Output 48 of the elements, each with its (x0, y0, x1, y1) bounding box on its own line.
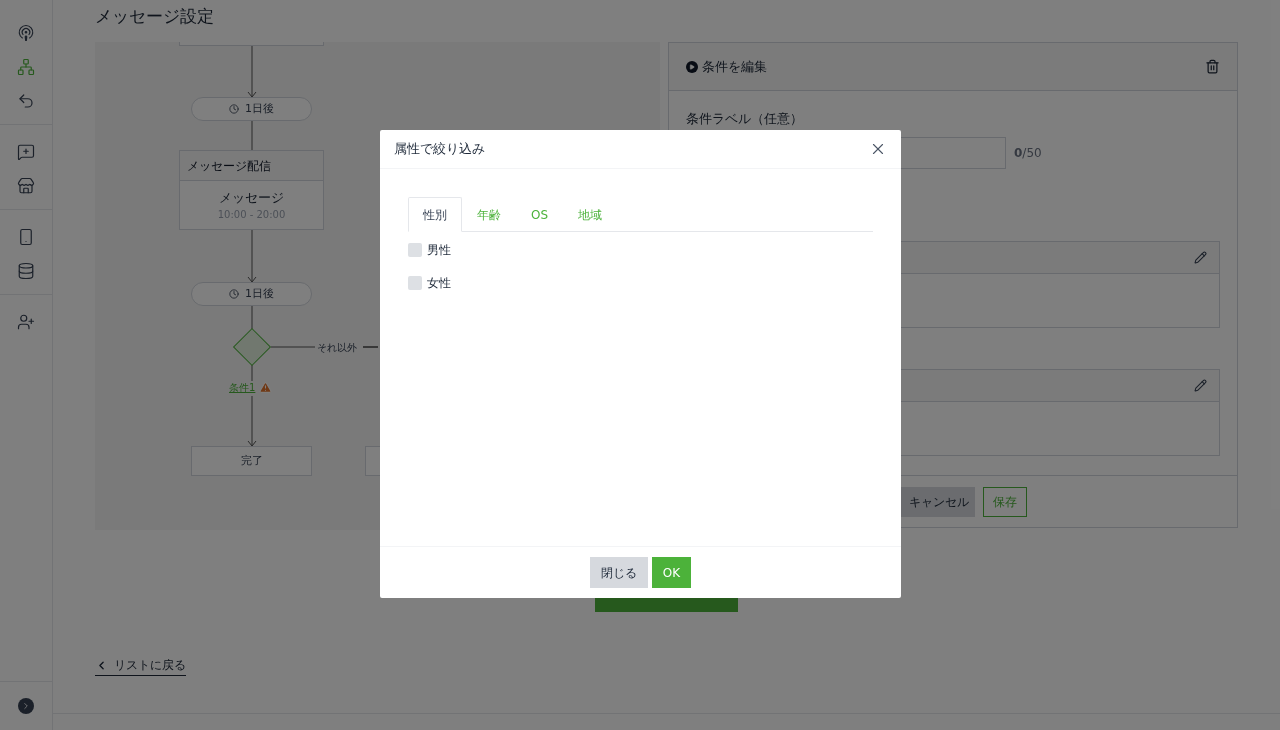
close-dialog-button[interactable]: 閉じる (589, 557, 648, 588)
ok-button[interactable]: OK (651, 557, 692, 588)
clock-icon (229, 104, 239, 114)
delete-icon[interactable] (1205, 59, 1220, 74)
connector-arrow (247, 395, 257, 447)
panel-title: 条件を編集 (702, 57, 767, 76)
broadcast-icon[interactable] (16, 23, 36, 43)
branch-label: それ以外 (317, 341, 357, 355)
expand-button[interactable] (18, 698, 34, 714)
connector-line (362, 346, 379, 348)
end-node[interactable]: 完了 (191, 446, 312, 476)
filter-tab[interactable]: 地域 (563, 197, 618, 232)
back-link[interactable]: リストに戻る (95, 656, 186, 676)
delay-pill[interactable]: 1日後 (191, 282, 312, 306)
option-label: 女性 (427, 275, 451, 292)
filter-tab[interactable]: 年齢 (462, 197, 516, 232)
char-counter: 0/50 (1014, 144, 1042, 162)
dialog-title: 属性で絞り込み (394, 140, 485, 159)
field-label: 条件ラベル（任意） (686, 110, 804, 128)
checkbox[interactable] (408, 276, 422, 290)
save-button[interactable]: 保存 (983, 486, 1027, 517)
delay-label: 1日後 (245, 285, 274, 302)
filter-tab[interactable]: OS (516, 197, 564, 232)
reply-icon[interactable] (16, 91, 36, 111)
end-label: 完了 (240, 452, 263, 469)
message-add-icon[interactable] (16, 142, 36, 162)
connector-line (251, 364, 253, 382)
connector-arrow (247, 229, 257, 283)
delay-label: 1日後 (245, 100, 274, 117)
connector-arrow (247, 45, 257, 98)
warning-icon (259, 381, 273, 394)
delay-pill[interactable]: 1日後 (191, 97, 312, 121)
node-title: メッセージ (219, 188, 284, 207)
option-label: 男性 (427, 242, 451, 259)
clock-icon (229, 289, 239, 299)
edit-icon[interactable] (1194, 250, 1207, 264)
edit-icon[interactable] (1194, 378, 1207, 392)
database-icon[interactable] (16, 261, 36, 281)
store-icon[interactable] (16, 176, 36, 196)
connector-line (270, 346, 316, 348)
connector-line (251, 120, 253, 151)
play-icon (686, 60, 698, 73)
node-header: メッセージ配信 (187, 157, 271, 175)
connector-line (251, 305, 253, 330)
checkbox[interactable] (408, 243, 422, 257)
filter-tab[interactable]: 性別 (408, 197, 462, 232)
page-title: メッセージ設定 (95, 5, 215, 28)
user-add-icon[interactable] (16, 312, 36, 332)
